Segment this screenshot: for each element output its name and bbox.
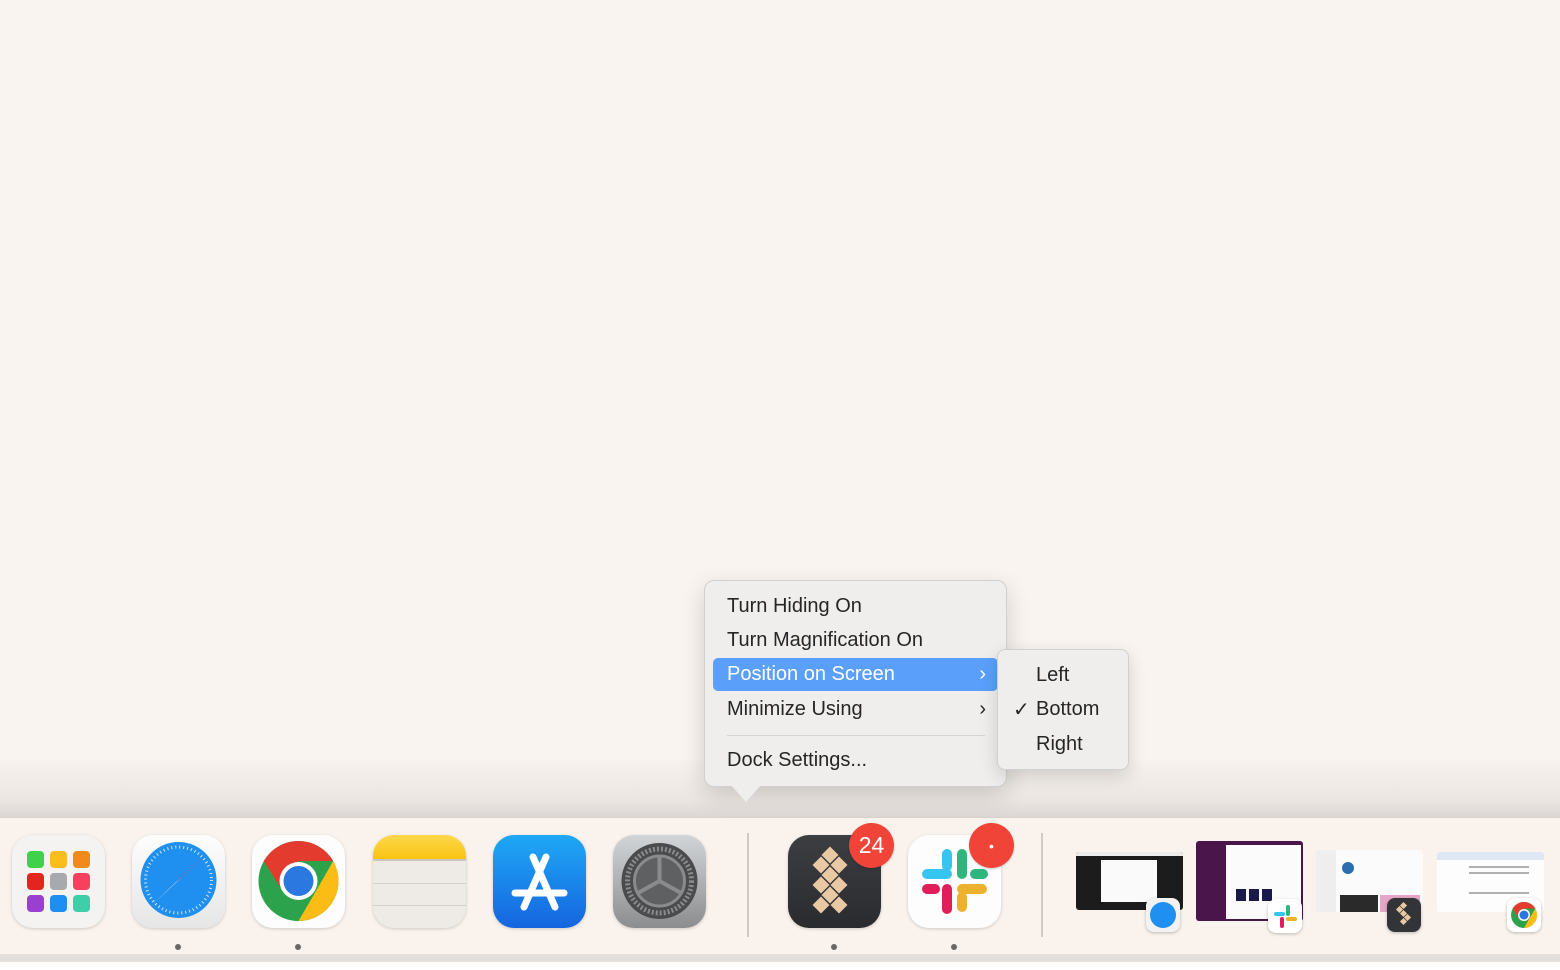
running-indicator xyxy=(175,944,181,950)
menu-item-label: Turn Hiding On xyxy=(727,595,862,617)
running-indicator xyxy=(831,944,837,950)
dock-separator xyxy=(747,833,749,937)
dock-app-setapp[interactable]: 24 xyxy=(788,823,894,928)
safari-icon xyxy=(1146,898,1180,932)
dock-context-menu: Turn Hiding On Turn Magnification On Pos… xyxy=(704,580,1007,787)
menu-item-label: Minimize Using xyxy=(727,698,863,720)
dock-app-launchpad[interactable] xyxy=(12,835,105,928)
dock-separator xyxy=(1041,833,1043,937)
slack-icon xyxy=(1268,899,1302,933)
menu-item-turn-magnification-on[interactable]: Turn Magnification On xyxy=(713,624,998,657)
notes-icon xyxy=(373,835,466,928)
submenu-item-bottom[interactable]: ✓ Bottom xyxy=(1006,693,1120,726)
menu-item-label: Dock Settings... xyxy=(727,749,868,771)
menu-item-position-on-screen[interactable]: Position on Screen › xyxy=(713,658,998,691)
checkmark-icon: ✓ xyxy=(1013,699,1030,721)
launchpad-icon xyxy=(12,835,105,928)
running-indicator xyxy=(295,944,301,950)
menu-item-minimize-using[interactable]: Minimize Using › xyxy=(713,693,998,726)
submenu-item-left[interactable]: Left xyxy=(1006,659,1120,692)
dock-app-slack[interactable]: • xyxy=(908,823,1014,928)
safari-icon xyxy=(132,835,225,928)
menu-item-dock-settings[interactable]: Dock Settings... xyxy=(713,744,998,777)
dock-app-notes[interactable] xyxy=(373,835,466,928)
running-indicator xyxy=(951,944,957,950)
minimized-window-setapp[interactable] xyxy=(1316,850,1426,934)
submenu-item-label: Bottom xyxy=(1036,698,1100,720)
menu-pointer xyxy=(730,784,762,802)
chevron-right-icon: › xyxy=(979,698,986,720)
minimized-window-slack[interactable] xyxy=(1196,841,1306,933)
dock-app-system-settings[interactable] xyxy=(613,835,706,928)
position-submenu: Left ✓ Bottom Right xyxy=(997,649,1129,770)
submenu-item-right[interactable]: Right xyxy=(1006,728,1120,761)
minimized-window-chrome[interactable] xyxy=(1437,852,1547,934)
dock-app-app-store[interactable] xyxy=(493,835,586,928)
minimized-window-safari[interactable] xyxy=(1076,852,1186,934)
screen-bottom xyxy=(0,962,1560,970)
menu-separator xyxy=(727,735,985,736)
chrome-icon xyxy=(1507,898,1541,932)
chrome-icon xyxy=(252,835,345,928)
notification-badge: • xyxy=(969,823,1014,868)
notification-badge: 24 xyxy=(849,823,894,868)
menu-item-label: Turn Magnification On xyxy=(727,629,924,651)
app-store-icon xyxy=(493,835,586,928)
menu-item-turn-hiding-on[interactable]: Turn Hiding On xyxy=(713,590,998,623)
system-settings-icon xyxy=(613,835,706,928)
submenu-item-label: Right xyxy=(1036,733,1083,755)
dock-app-safari[interactable] xyxy=(132,835,225,928)
dock-app-chrome[interactable] xyxy=(252,835,345,928)
submenu-item-label: Left xyxy=(1036,664,1070,686)
setapp-icon xyxy=(1387,898,1421,932)
dock-bottom-edge xyxy=(0,954,1560,962)
chevron-right-icon: › xyxy=(979,663,986,685)
menu-item-label: Position on Screen xyxy=(727,663,895,685)
